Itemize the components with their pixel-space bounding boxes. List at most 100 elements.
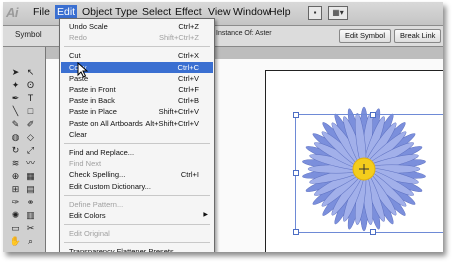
- submenu-arrow-icon: ▶: [203, 212, 208, 218]
- menu-item-shortcut: Ctrl+F: [178, 85, 199, 94]
- warp-tool-icon[interactable]: 〰: [24, 158, 37, 169]
- direct-selection-tool-icon[interactable]: ↖: [24, 67, 37, 78]
- mouse-pointer-icon: [77, 62, 89, 78]
- menu-item-edit-custom-dictionary[interactable]: Edit Custom Dictionary...: [61, 181, 213, 192]
- width-tool-icon[interactable]: ≋: [9, 158, 22, 169]
- menu-file[interactable]: File: [33, 6, 50, 18]
- menu-item-shortcut: Shift+Ctrl+V: [158, 107, 199, 117]
- break-link-button[interactable]: Break Link: [394, 29, 442, 43]
- selection-tool-icon[interactable]: ➤: [9, 67, 22, 78]
- menu-item-shortcut: Alt+Shift+Ctrl+V: [145, 118, 199, 128]
- menu-item-find-and-replace[interactable]: Find and Replace...: [61, 147, 213, 158]
- app-logo: Ai: [6, 5, 19, 20]
- menu-item-label: Find Next: [69, 159, 102, 169]
- bridge-icon[interactable]: ▪: [308, 6, 322, 20]
- menu-item-shortcut: Ctrl+C: [177, 62, 199, 72]
- edit-symbol-button[interactable]: Edit Symbol: [339, 29, 392, 43]
- menu-item-label: Paste on All Artboards: [69, 118, 143, 128]
- menu-item-shortcut: Shift+Ctrl+Z: [158, 33, 199, 43]
- menu-item-define-pattern: Define Pattern...: [61, 199, 213, 210]
- resize-handle-top[interactable]: [370, 112, 376, 118]
- menu-item-edit-original: Edit Original: [61, 228, 213, 239]
- edit-menu-dropdown: Undo Scale Ctrl+Z Redo Shift+Ctrl+Z Cut Ctrl+…: [59, 18, 215, 252]
- menu-item-label: Edit Original: [69, 229, 110, 239]
- pen-tool-icon[interactable]: ✒: [9, 93, 22, 104]
- paintbrush-icon[interactable]: ✎: [9, 119, 22, 130]
- shape-builder-icon[interactable]: ⊕: [9, 171, 22, 182]
- rotate-tool-icon[interactable]: ↻: [9, 145, 22, 156]
- eyedropper-icon[interactable]: ✑: [9, 197, 22, 208]
- menu-item-paste-in-front[interactable]: Paste in Front Ctrl+F: [61, 84, 213, 95]
- menu-item-paste-on-all-artboards[interactable]: Paste on All Artboards Alt+Shift+Ctrl+V: [61, 118, 213, 129]
- menu-item-label: Paste in Front: [69, 85, 116, 94]
- artboard-tool-icon[interactable]: ▭: [9, 223, 22, 234]
- type-tool-icon[interactable]: T: [24, 93, 37, 104]
- lasso-icon[interactable]: ʘ: [24, 80, 37, 91]
- menu-item-paste-in-place[interactable]: Paste in Place Shift+Ctrl+V: [61, 106, 213, 117]
- resize-handle-top-left[interactable]: [293, 112, 299, 118]
- menu-item-shortcut: Ctrl+B: [177, 96, 199, 106]
- mesh-tool-icon[interactable]: ⊞: [9, 184, 22, 195]
- magic-wand-icon[interactable]: ✦: [9, 80, 22, 91]
- menu-item-find-next: Find Next: [61, 158, 213, 169]
- zoom-tool-icon[interactable]: ⌕: [24, 236, 37, 247]
- selection-type-label: Symbol: [15, 30, 42, 39]
- menu-effect[interactable]: Effect: [175, 6, 202, 18]
- menu-item-redo: Redo Shift+Ctrl+Z: [61, 32, 213, 43]
- menu-separator: [64, 143, 210, 144]
- resize-handle-bottom[interactable]: [370, 229, 376, 235]
- instance-of-label: Instance Of: Aster: [216, 30, 272, 37]
- menu-item-label: Edit Custom Dictionary...: [69, 181, 151, 191]
- symbol-sprayer-icon[interactable]: ✺: [9, 210, 22, 221]
- menu-item-transparency-flattener-presets[interactable]: Transparency Flattener Presets...: [61, 246, 213, 252]
- menu-item-label: Edit Colors: [69, 211, 106, 220]
- arrange-documents-icon[interactable]: ▦▾: [328, 6, 348, 20]
- menu-separator: [64, 46, 210, 48]
- menu-item-clear[interactable]: Clear: [61, 129, 213, 140]
- menu-type[interactable]: Type: [115, 6, 138, 18]
- menu-item-label: Clear: [69, 129, 87, 139]
- line-tool-icon[interactable]: ╲: [9, 106, 22, 117]
- menu-separator: [64, 194, 210, 196]
- menu-item-label: Cut: [69, 51, 81, 61]
- app-window: Ai File Edit Object Type Select Effect V…: [3, 2, 443, 252]
- menu-item-edit-colors[interactable]: Edit Colors ▶: [61, 210, 213, 221]
- menu-item-check-spelling[interactable]: Check Spelling... Ctrl+I: [61, 169, 213, 180]
- blend-tool-icon[interactable]: ⚭: [24, 197, 37, 208]
- menu-item-label: Check Spelling...: [69, 170, 126, 180]
- menu-edit[interactable]: Edit: [55, 5, 78, 19]
- menu-item-shortcut: Ctrl+I: [180, 170, 199, 180]
- menu-view[interactable]: View: [208, 6, 231, 18]
- hand-tool-icon[interactable]: ✋: [9, 236, 22, 247]
- selection-bounding-box: [293, 112, 443, 235]
- menu-object[interactable]: Object: [82, 6, 112, 18]
- menu-item-paste-in-back[interactable]: Paste in Back Ctrl+B: [61, 95, 213, 106]
- slice-tool-icon[interactable]: ✂: [24, 223, 37, 234]
- menu-item-shortcut: Ctrl+Z: [178, 22, 199, 31]
- eraser-icon[interactable]: ◇: [24, 132, 37, 143]
- menu-separator: [64, 242, 210, 244]
- menu-item-shortcut: Ctrl+V: [177, 73, 199, 83]
- rectangle-tool-icon[interactable]: □: [24, 106, 37, 117]
- menu-item-label: Paste in Place: [69, 107, 117, 117]
- menu-item-cut[interactable]: Cut Ctrl+X: [61, 50, 213, 61]
- resize-handle-left[interactable]: [293, 170, 299, 176]
- graph-tool-icon[interactable]: ▥: [24, 210, 37, 221]
- menu-window[interactable]: Window: [233, 6, 270, 18]
- scale-tool-icon[interactable]: ⤢: [24, 145, 37, 156]
- menu-item-label: Undo Scale: [69, 22, 108, 31]
- menu-item-label: Transparency Flattener Presets...: [69, 247, 181, 252]
- menu-separator: [64, 224, 210, 226]
- menu-item-label: Paste in Back: [69, 96, 115, 106]
- menu-item-undo-scale[interactable]: Undo Scale Ctrl+Z: [61, 21, 213, 32]
- menu-item-label: Define Pattern...: [69, 199, 124, 209]
- perspective-grid-icon[interactable]: ▦: [24, 171, 37, 182]
- blob-brush-icon[interactable]: ◍: [9, 132, 22, 143]
- menu-select[interactable]: Select: [142, 6, 171, 18]
- menu-help[interactable]: Help: [269, 6, 291, 18]
- pencil-icon[interactable]: ✐: [24, 119, 37, 130]
- menu-item-label: Find and Replace...: [69, 148, 135, 157]
- gradient-tool-icon[interactable]: ▤: [24, 184, 37, 195]
- menu-item-label: Redo: [69, 33, 87, 43]
- resize-handle-bottom-left[interactable]: [293, 229, 299, 235]
